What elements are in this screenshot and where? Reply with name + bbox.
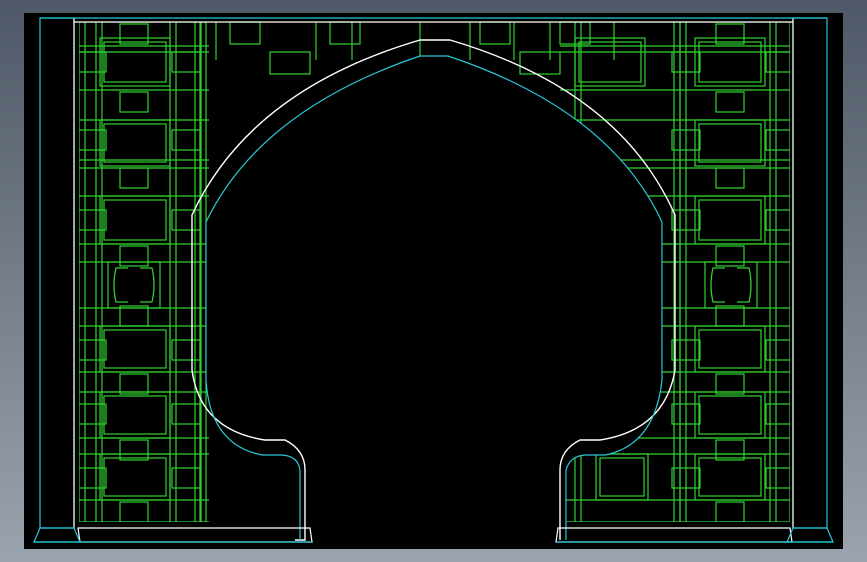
cad-viewport: [0, 0, 867, 562]
cad-drawing: [0, 0, 867, 562]
right-post-fill: [793, 13, 843, 549]
left-post-fill: [24, 13, 74, 549]
